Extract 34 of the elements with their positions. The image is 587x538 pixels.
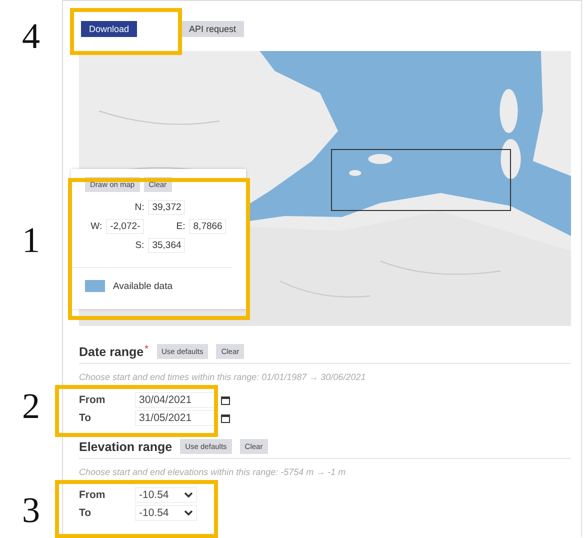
callout-number: 4 (22, 18, 40, 54)
callout-number: 3 (22, 492, 40, 528)
field-label: From (79, 394, 106, 406)
required-mark: * (144, 344, 149, 355)
selection-rectangle[interactable] (331, 149, 511, 211)
chevron-icon[interactable] (184, 492, 193, 498)
coord-field[interactable]: 8,7866 (189, 219, 226, 234)
section-title: Date range (79, 344, 144, 358)
date-field[interactable]: 30/04/2021 (135, 392, 215, 408)
elevation-select[interactable]: -10.54 (135, 487, 197, 503)
callout-number: 2 (22, 388, 40, 424)
coord-field[interactable]: -2,072- (106, 219, 144, 234)
range-hint: Choose start and end times within this range: 01/01/1987 → 30/06/2021 (79, 372, 367, 382)
calendar-icon[interactable] (221, 414, 230, 422)
tab[interactable]: API request (181, 21, 244, 37)
section-title: Elevation range (79, 440, 172, 454)
calendar-icon[interactable] (221, 396, 230, 404)
field-label: To (79, 507, 92, 519)
coord-field[interactable]: 39,372 (148, 200, 186, 215)
legend-swatch (85, 280, 105, 292)
coord-label: E: (175, 221, 186, 232)
chevron-icon[interactable] (184, 510, 193, 516)
tab[interactable]: Download (81, 21, 138, 37)
callout-number: 1 (22, 222, 40, 258)
elevation-select[interactable]: -10.54 (135, 505, 197, 521)
date-field[interactable]: 31/05/2021 (135, 410, 215, 426)
field-label: To (79, 412, 92, 424)
field-label: From (79, 489, 106, 501)
legend-label: Available data (113, 280, 173, 292)
coord-field[interactable]: 35,364 (148, 238, 186, 253)
coord-label: W: (90, 221, 102, 232)
coord-label: S: (134, 240, 144, 251)
coord-label: N: (134, 202, 144, 213)
range-hint: Choose start and end elevations within this range: -5754 m → -1 m (79, 467, 347, 477)
